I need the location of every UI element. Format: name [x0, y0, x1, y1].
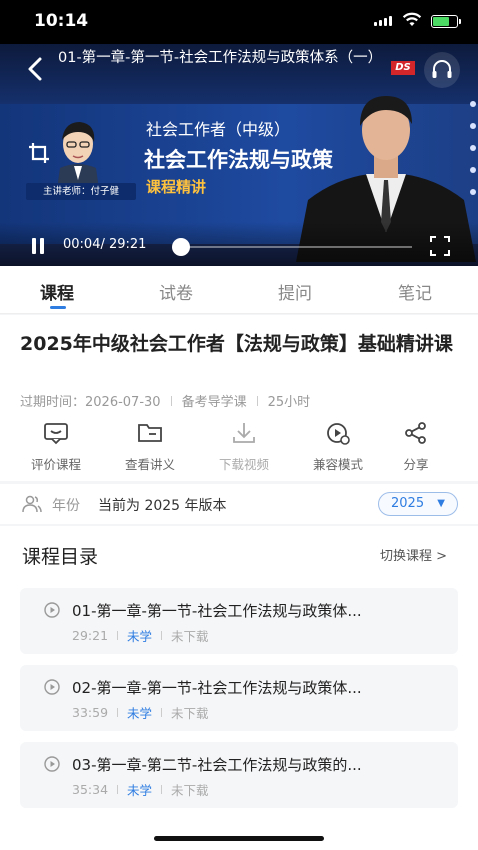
course-catalog: 课程目录 切换课程 > 01-第一章-第一节-社会工作法规与政策体... 29:… [0, 526, 478, 850]
compat-mode-icon [327, 423, 350, 445]
video-title: 01-第一章-第一节-社会工作法规与政策体系（一） [58, 50, 383, 66]
year-current-text: 当前为 2025 年版本 [98, 498, 227, 514]
lesson-title: 02-第一章-第一节-社会工作法规与政策体... [72, 679, 362, 697]
cellular-signal-icon [374, 16, 392, 26]
home-indicator [154, 836, 324, 841]
compat-mode-label: 兼容模式 [312, 457, 363, 472]
tab-active-indicator [50, 306, 66, 309]
tab-bar: 课程 试卷 提问 笔记 [0, 266, 478, 314]
year-select[interactable]: 2025 ▼ [378, 492, 458, 516]
lesson-study-status: 未学 [127, 783, 153, 798]
battery-icon [431, 15, 461, 28]
play-circle-icon [44, 756, 60, 772]
chevron-down-icon: ▼ [437, 498, 445, 509]
view-handout-button[interactable]: 查看讲义 [110, 421, 190, 473]
course-expire: 过期时间：2026-07-30 [20, 395, 161, 410]
share-button[interactable]: 分享 [376, 421, 456, 473]
lesson-study-status: 未学 [127, 706, 153, 721]
course-title: 2025年中级社会工作者【法规与政策】基础精讲课 [20, 333, 453, 355]
download-video-label: 下载视频 [218, 457, 269, 472]
download-video-button[interactable]: 下载视频 [204, 421, 284, 473]
app-screen: 10:14 01-第一章-第一节-社会工作法规与政策体系（一） DS 主讲老师：… [0, 0, 478, 850]
video-controls: 00:04/ 29:21 [0, 222, 478, 266]
wifi-icon [402, 12, 422, 26]
status-bar: 10:14 [0, 0, 478, 44]
tab-notes[interactable]: 笔记 [398, 279, 432, 304]
play-circle-icon [44, 602, 60, 618]
lesson-meta: 29:21 未学 未下载 [72, 626, 209, 645]
download-icon [233, 423, 255, 443]
lesson-item[interactable]: 02-第一章-第一节-社会工作法规与政策体... 33:59 未学 未下载 [20, 665, 458, 731]
lesson-title: 03-第一章-第二节-社会工作法规与政策的... [72, 756, 362, 774]
lesson-download-status: 未下载 [171, 629, 209, 644]
progress-track[interactable] [180, 246, 412, 248]
brand-logo: DS [391, 61, 415, 75]
comment-icon [44, 423, 68, 445]
video-player[interactable]: 01-第一章-第一节-社会工作法规与政策体系（一） DS 主讲老师：付子健 社会… [0, 44, 478, 266]
tab-exam[interactable]: 试卷 [159, 279, 193, 304]
course-info: 2025年中级社会工作者【法规与政策】基础精讲课 过期时间：2026-07-30… [0, 315, 478, 481]
lesson-duration: 35:34 [72, 782, 109, 797]
catalog-title: 课程目录 [22, 546, 99, 568]
tab-course[interactable]: 课程 [40, 279, 74, 304]
view-handout-label: 查看讲义 [124, 457, 175, 472]
course-meta: 过期时间：2026-07-30 备考导学课 25小时 [20, 391, 310, 410]
side-indicator-icons [470, 101, 476, 195]
lesson-meta: 35:34 未学 未下载 [72, 780, 209, 799]
rate-course-button[interactable]: 评价课程 [16, 421, 96, 473]
crop-icon[interactable] [28, 142, 50, 164]
video-course-tag: 课程精讲 [146, 178, 207, 196]
video-timecode: 00:04/ 29:21 [63, 237, 147, 252]
teacher-tag: 主讲老师：付子健 [26, 183, 136, 200]
lesson-item[interactable]: 03-第一章-第二节-社会工作法规与政策的... 35:34 未学 未下载 [20, 742, 458, 808]
lesson-item[interactable]: 01-第一章-第一节-社会工作法规与政策体... 29:21 未学 未下载 [20, 588, 458, 654]
course-hours: 25小时 [267, 395, 311, 410]
lesson-download-status: 未下载 [171, 783, 209, 798]
share-icon [405, 422, 426, 444]
action-bar: 评价课程 查看讲义 下载视频 兼容模式 分享 [0, 421, 478, 473]
folder-icon [138, 424, 162, 442]
share-label: 分享 [403, 457, 429, 472]
lesson-title: 01-第一章-第一节-社会工作法规与政策体... [72, 602, 362, 620]
year-row: 年份 当前为 2025 年版本 2025 ▼ [0, 484, 478, 524]
fullscreen-icon[interactable] [430, 236, 450, 256]
course-type: 备考导学课 [181, 395, 247, 410]
chevron-left-icon [28, 57, 42, 81]
lesson-duration: 33:59 [72, 705, 109, 720]
video-cert-text: 社会工作者（中级） [146, 120, 291, 139]
lesson-study-status: 未学 [127, 629, 153, 644]
tab-questions[interactable]: 提问 [278, 279, 312, 304]
rate-course-label: 评价课程 [30, 457, 81, 472]
year-label: 年份 [52, 498, 80, 514]
back-button[interactable] [26, 56, 44, 87]
progress-knob[interactable] [172, 238, 190, 256]
pause-icon [32, 238, 36, 254]
users-icon [22, 495, 42, 513]
lesson-download-status: 未下载 [171, 706, 209, 721]
lesson-duration: 29:21 [72, 628, 109, 643]
compat-mode-button[interactable]: 兼容模式 [298, 421, 378, 473]
lesson-meta: 33:59 未学 未下载 [72, 703, 209, 722]
switch-course-link[interactable]: 切换课程 > [380, 545, 447, 564]
pause-button[interactable] [30, 238, 46, 254]
play-circle-icon [44, 679, 60, 695]
status-time: 10:14 [34, 11, 89, 31]
year-selected-value: 2025 [391, 496, 425, 511]
